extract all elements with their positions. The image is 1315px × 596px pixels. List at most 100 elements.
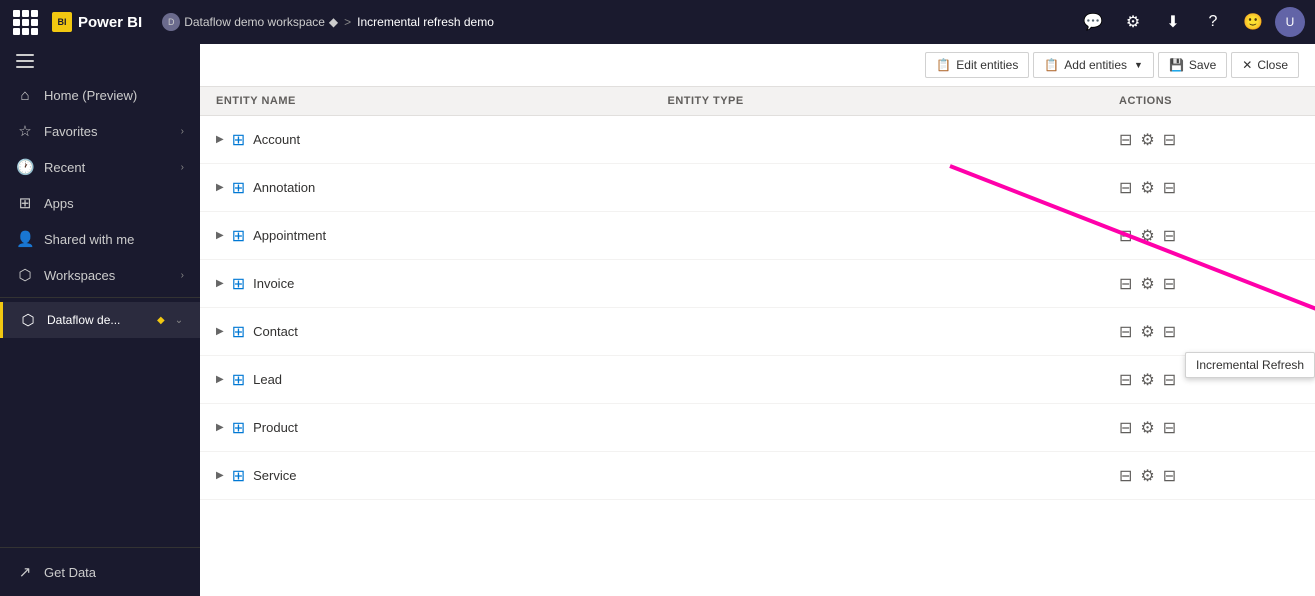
top-nav: BI Power BI D Dataflow demo workspace ◆ …: [0, 0, 1315, 44]
incremental-refresh-icon[interactable]: ⊟: [1163, 322, 1176, 342]
incremental-refresh-icon[interactable]: ⊟: [1163, 418, 1176, 438]
favorites-icon: ☆: [16, 122, 34, 140]
entity-name: Account: [253, 132, 300, 147]
entity-name-cell: ▶ ⊞ Annotation: [216, 178, 668, 198]
sidebar-item-apps[interactable]: ⊞ Apps: [0, 185, 200, 221]
table-row[interactable]: ▶ ⊞ Service ⊟ ⚙ ⊟: [200, 452, 1315, 500]
table-icon: ⊞: [232, 466, 245, 486]
save-button[interactable]: 💾 Save: [1158, 52, 1227, 78]
logo-icon: BI: [52, 12, 72, 32]
help-icon-btn[interactable]: ?: [1195, 4, 1231, 40]
close-label: Close: [1257, 58, 1288, 72]
entity-name-cell: ▶ ⊞ Account: [216, 130, 668, 150]
toolbar: 📋 Edit entities 📋 Add entities ▼ 💾 Save …: [200, 44, 1315, 87]
sidebar-item-workspaces[interactable]: ⬡ Workspaces ›: [0, 257, 200, 293]
settings-icon[interactable]: ⚙: [1140, 322, 1154, 342]
feedback-icon-btn[interactable]: 🙂: [1235, 4, 1271, 40]
chevron-icon: ›: [181, 270, 184, 281]
settings-icon[interactable]: ⚙: [1140, 370, 1154, 390]
settings-icon[interactable]: ⚙: [1140, 178, 1154, 198]
edit-query-icon[interactable]: ⊟: [1119, 178, 1132, 198]
edit-query-icon[interactable]: ⊟: [1119, 130, 1132, 150]
settings-icon[interactable]: ⚙: [1140, 418, 1154, 438]
expand-icon[interactable]: ▶: [216, 182, 224, 193]
expand-icon[interactable]: ▶: [216, 470, 224, 481]
entity-name: Invoice: [253, 276, 294, 291]
table-row[interactable]: ▶ ⊞ Product ⊟ ⚙ ⊟: [200, 404, 1315, 452]
incremental-refresh-icon[interactable]: ⊟: [1163, 130, 1176, 150]
sidebar-item-get-data[interactable]: ↗ Get Data: [0, 554, 200, 590]
workspace-diamond-icon: ◆: [157, 315, 165, 326]
add-entities-icon: 📋: [1044, 58, 1059, 72]
table-row[interactable]: ▶ ⊞ Invoice ⊟ ⚙ ⊟: [200, 260, 1315, 308]
waffle-menu[interactable]: [10, 7, 40, 37]
expand-icon[interactable]: ▶: [216, 278, 224, 289]
entity-name-cell: ▶ ⊞ Appointment: [216, 226, 668, 246]
table-icon: ⊞: [232, 178, 245, 198]
table-row[interactable]: ▶ ⊞ Contact ⊟ ⚙ ⊟: [200, 308, 1315, 356]
incremental-refresh-icon[interactable]: ⊟: [1163, 370, 1176, 390]
edit-query-icon[interactable]: ⊟: [1119, 322, 1132, 342]
expand-icon[interactable]: ▶: [216, 134, 224, 145]
workspace-icon: ⬡: [19, 311, 37, 329]
actions-cell: ⊟ ⚙ ⊟: [1119, 322, 1299, 342]
table-icon: ⊞: [232, 226, 245, 246]
table-row[interactable]: ▶ ⊞ Account ⊟ ⚙ ⊟: [200, 116, 1315, 164]
settings-icon[interactable]: ⚙: [1140, 466, 1154, 486]
edit-query-icon[interactable]: ⊟: [1119, 226, 1132, 246]
sidebar-bottom: ↗ Get Data: [0, 547, 200, 596]
apps-icon: ⊞: [16, 194, 34, 212]
sidebar-label-favorites: Favorites: [44, 124, 171, 139]
shared-icon: 👤: [16, 230, 34, 248]
incremental-refresh-icon[interactable]: ⊟: [1163, 178, 1176, 198]
settings-icon[interactable]: ⚙: [1140, 274, 1154, 294]
settings-icon[interactable]: ⚙: [1140, 130, 1154, 150]
sidebar-item-home[interactable]: ⌂ Home (Preview): [0, 78, 200, 113]
edit-entities-button[interactable]: 📋 Edit entities: [925, 52, 1029, 78]
actions-cell: ⊟ ⚙ ⊟: [1119, 130, 1299, 150]
header-entity-name: ENTITY NAME: [216, 95, 668, 107]
table-row[interactable]: ▶ ⊞ Appointment ⊟ ⚙ ⊟: [200, 212, 1315, 260]
expand-icon[interactable]: ▶: [216, 374, 224, 385]
expand-icon[interactable]: ▶: [216, 422, 224, 433]
chat-icon-btn[interactable]: 💬: [1075, 4, 1111, 40]
entity-name: Appointment: [253, 228, 326, 243]
actions-cell: ⊟ ⚙ ⊟: [1119, 466, 1299, 486]
table-icon: ⊞: [232, 130, 245, 150]
table-row[interactable]: ▶ ⊞ Annotation ⊟ ⚙ ⊟: [200, 164, 1315, 212]
edit-query-icon[interactable]: ⊟: [1119, 274, 1132, 294]
home-icon: ⌂: [16, 87, 34, 104]
entity-name: Service: [253, 468, 296, 483]
sidebar-label-get-data: Get Data: [44, 565, 184, 580]
edit-query-icon[interactable]: ⊟: [1119, 370, 1132, 390]
tooltip-text: Incremental Refresh: [1196, 358, 1304, 372]
table-row[interactable]: ▶ ⊞ Lead ⊟ ⚙ ⊟: [200, 356, 1315, 404]
header-actions: ACTIONS: [1119, 95, 1299, 107]
user-avatar[interactable]: U: [1275, 7, 1305, 37]
download-icon-btn[interactable]: ⬇: [1155, 4, 1191, 40]
close-button[interactable]: ✕ Close: [1231, 52, 1299, 78]
sidebar: ⌂ Home (Preview) ☆ Favorites › 🕐 Recent …: [0, 44, 200, 596]
workspace-name: Dataflow demo workspace: [184, 15, 325, 29]
table-body: ▶ ⊞ Account ⊟ ⚙ ⊟ ▶ ⊞ Annotation ⊟ ⚙ ⊟ ▶…: [200, 116, 1315, 596]
save-icon: 💾: [1169, 58, 1184, 72]
edit-query-icon[interactable]: ⊟: [1119, 466, 1132, 486]
incremental-refresh-icon[interactable]: ⊟: [1163, 226, 1176, 246]
settings-icon[interactable]: ⚙: [1140, 226, 1154, 246]
sidebar-item-recent[interactable]: 🕐 Recent ›: [0, 149, 200, 185]
hamburger-icon: [16, 54, 184, 68]
waffle-icon: [13, 10, 38, 35]
expand-icon[interactable]: ▶: [216, 230, 224, 241]
breadcrumb-workspace[interactable]: D Dataflow demo workspace ◆: [162, 13, 338, 31]
sidebar-item-workspace-current[interactable]: ⬡ Dataflow de... ◆ ⌄: [0, 302, 200, 338]
add-entities-button[interactable]: 📋 Add entities ▼: [1033, 52, 1154, 78]
expand-icon[interactable]: ▶: [216, 326, 224, 337]
incremental-refresh-tooltip: Incremental Refresh: [1185, 352, 1315, 378]
sidebar-item-shared[interactable]: 👤 Shared with me: [0, 221, 200, 257]
incremental-refresh-icon[interactable]: ⊟: [1163, 274, 1176, 294]
sidebar-item-favorites[interactable]: ☆ Favorites ›: [0, 113, 200, 149]
edit-query-icon[interactable]: ⊟: [1119, 418, 1132, 438]
incremental-refresh-icon[interactable]: ⊟: [1163, 466, 1176, 486]
sidebar-hamburger[interactable]: [0, 44, 200, 78]
settings-icon-btn[interactable]: ⚙: [1115, 4, 1151, 40]
